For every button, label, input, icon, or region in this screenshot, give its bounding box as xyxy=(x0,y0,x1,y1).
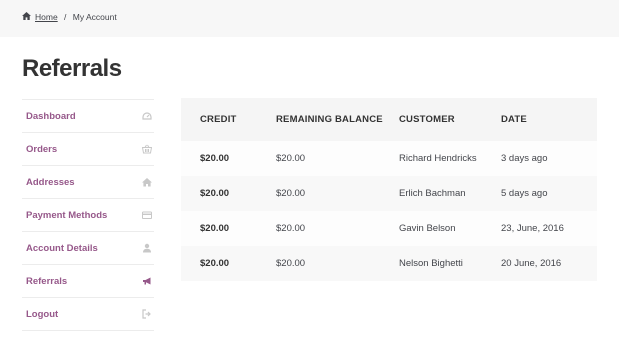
remaining-balance-cell: $20.00 xyxy=(276,223,306,234)
dashboard-icon xyxy=(142,111,152,121)
credit-cell: $20.00 xyxy=(200,153,230,164)
credit-cell: $20.00 xyxy=(200,258,230,269)
customer-cell: Richard Hendricks xyxy=(399,153,477,164)
date-cell: 20 June, 2016 xyxy=(501,258,562,269)
table-header-row: CREDIT REMAINING BALANCE CUSTOMER DATE xyxy=(181,98,597,141)
megaphone-icon xyxy=(142,276,152,286)
breadcrumb-separator: / xyxy=(61,12,69,22)
nav-item-logout[interactable]: Logout xyxy=(22,298,154,331)
breadcrumb-current: My Account xyxy=(72,12,117,22)
nav-item-label: Addresses xyxy=(26,176,75,188)
column-header-date: DATE xyxy=(501,114,527,125)
account-navigation: Dashboard Orders Addresses Payment Metho… xyxy=(22,99,154,331)
table-row: $20.00 $20.00 Richard Hendricks 3 days a… xyxy=(181,141,597,176)
nav-item-label: Payment Methods xyxy=(26,209,108,221)
table-row: $20.00 $20.00 Nelson Bighetti 20 June, 2… xyxy=(181,246,597,281)
remaining-balance-cell: $20.00 xyxy=(276,153,306,164)
home-icon xyxy=(22,12,31,22)
date-cell: 3 days ago xyxy=(501,153,548,164)
nav-item-orders[interactable]: Orders xyxy=(22,133,154,166)
remaining-balance-cell: $20.00 xyxy=(276,188,306,199)
nav-item-referrals[interactable]: Referrals xyxy=(22,265,154,298)
nav-item-dashboard[interactable]: Dashboard xyxy=(22,100,154,133)
nav-item-payment-methods[interactable]: Payment Methods xyxy=(22,199,154,232)
nav-item-addresses[interactable]: Addresses xyxy=(22,166,154,199)
referrals-table-container: CREDIT REMAINING BALANCE CUSTOMER DATE $… xyxy=(181,98,597,281)
nav-item-label: Logout xyxy=(26,308,59,320)
date-cell: 23, June, 2016 xyxy=(501,223,564,234)
customer-cell: Erlich Bachman xyxy=(399,188,466,199)
page-title: Referrals xyxy=(22,55,122,82)
nav-item-label: Account Details xyxy=(26,242,98,254)
nav-item-label: Referrals xyxy=(26,275,68,287)
column-header-credit: CREDIT xyxy=(200,114,237,125)
table-row: $20.00 $20.00 Gavin Belson 23, June, 201… xyxy=(181,211,597,246)
referrals-table: CREDIT REMAINING BALANCE CUSTOMER DATE $… xyxy=(181,98,597,281)
nav-item-account-details[interactable]: Account Details xyxy=(22,232,154,265)
credit-cell: $20.00 xyxy=(200,188,230,199)
user-icon xyxy=(142,243,152,253)
home-icon xyxy=(142,177,152,187)
customer-cell: Nelson Bighetti xyxy=(399,258,463,269)
customer-cell: Gavin Belson xyxy=(399,223,456,234)
nav-item-label: Dashboard xyxy=(26,110,76,122)
credit-card-icon xyxy=(142,210,152,220)
table-row: $20.00 $20.00 Erlich Bachman 5 days ago xyxy=(181,176,597,211)
sign-out-icon xyxy=(142,309,152,319)
credit-cell: $20.00 xyxy=(200,223,230,234)
breadcrumb: Home / My Account xyxy=(22,12,117,22)
basket-icon xyxy=(142,144,152,154)
column-header-customer: CUSTOMER xyxy=(399,114,455,125)
date-cell: 5 days ago xyxy=(501,188,548,199)
column-header-remaining-balance: REMAINING BALANCE xyxy=(276,114,383,125)
nav-item-label: Orders xyxy=(26,143,58,155)
breadcrumb-home-link[interactable]: Home xyxy=(35,12,58,22)
remaining-balance-cell: $20.00 xyxy=(276,258,306,269)
breadcrumb-bar: Home / My Account xyxy=(0,0,619,37)
